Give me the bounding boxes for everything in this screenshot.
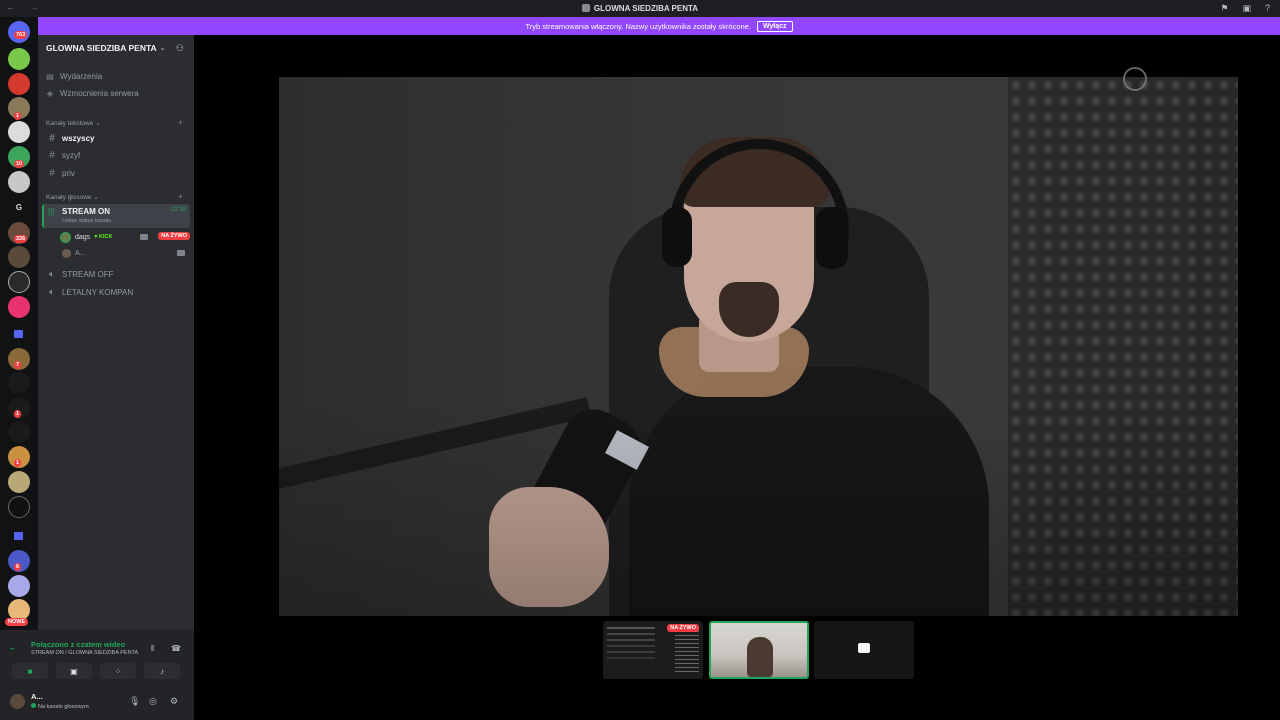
server-icon-14[interactable] — [8, 421, 30, 443]
invite-icon[interactable]: ⚇ — [176, 43, 184, 54]
stream-thumbnail-user[interactable] — [814, 621, 914, 679]
channel-priv[interactable]: # priv — [44, 165, 188, 181]
server-letter-g[interactable]: G — [8, 203, 30, 212]
voice-activity-icon: ||| — [48, 207, 55, 216]
signal-icon[interactable]: ⌁ — [10, 644, 15, 653]
server-icon-8[interactable] — [8, 246, 30, 268]
window-title: GLOWNA SIEDZIBA PENTA — [0, 4, 1280, 13]
server-rail: 763 1 10 G 336 7 1 1 6 NOWE — [0, 17, 38, 630]
voice-connected-title: Połączono z czatem wideo — [31, 640, 126, 649]
voice-channel-letalny-kompan[interactable]: 🔈︎ LETALNY KOMPAN — [44, 284, 188, 300]
live-badge: NA ŻYWO — [667, 624, 699, 632]
add-channel-icon[interactable]: + — [178, 192, 183, 201]
disconnect-icon[interactable]: ☎ — [171, 644, 181, 653]
camera-icon — [858, 643, 870, 653]
main-video-stream[interactable] — [279, 77, 1238, 616]
activities-button[interactable]: ⁘ — [100, 663, 136, 679]
avatar — [10, 694, 25, 709]
speaker-icon: 🔈︎ — [49, 286, 55, 298]
inbox-icon[interactable]: ⚑ — [1220, 3, 1228, 14]
channel-sidebar: GLOWNA SIEDZIBA PENTA ⌄ ⚇ ▤ Wydarzenia ◈… — [38, 35, 194, 630]
voice-channels-category[interactable]: Kanały głosowe ⌄ + — [46, 192, 183, 201]
server-badge: 1 — [14, 459, 22, 467]
channel-wszyscy[interactable]: # wszyscy — [44, 130, 188, 146]
stream-thumbnail-camera[interactable] — [709, 621, 809, 679]
server-icon-2[interactable] — [8, 73, 30, 95]
help-icon[interactable]: ? — [1265, 3, 1270, 14]
screen-share-icon[interactable]: ▣ — [1242, 3, 1251, 14]
text-channels-category[interactable]: Kanały tekstowe ⌄ + — [46, 118, 183, 127]
voice-connected-subtitle[interactable]: STREAM ON / GLOWNA SIEDZIBA PENTA — [31, 650, 138, 656]
username: A... — [31, 692, 43, 701]
calendar-icon: ▤ — [46, 71, 54, 81]
loading-spinner-icon — [1123, 67, 1147, 91]
camera-icon — [177, 250, 185, 256]
dm-badge: 763 — [14, 31, 28, 39]
server-badge: 336 — [14, 235, 28, 243]
server-name: GLOWNA SIEDZIBA PENTA — [46, 43, 157, 53]
channel-timer: 22:39 — [170, 207, 186, 213]
folder-icon[interactable] — [14, 330, 23, 338]
stream-thumbnail-screen[interactable]: NA ŻYWO — [603, 621, 703, 679]
user-panel: ⌁ Połączono z czatem wideo STREAM ON / G… — [0, 630, 194, 720]
hash-icon: # — [49, 149, 55, 161]
live-badge: NA ŻYWO — [158, 232, 190, 240]
server-badge: 1 — [14, 410, 22, 418]
camera-button[interactable]: ■ — [12, 663, 48, 679]
server-badge: 10 — [14, 160, 25, 168]
server-icon-16[interactable] — [8, 471, 30, 493]
banner-text: Tryb streamowania włączony. Nazwy użytko… — [525, 21, 751, 31]
settings-gear-icon[interactable]: ⚙ — [170, 696, 178, 707]
events-item[interactable]: ▤ Wydarzenia — [46, 69, 102, 83]
server-icon-10[interactable] — [8, 296, 30, 318]
voice-channel-stream-off[interactable]: 🔈︎ STREAM OFF — [44, 266, 188, 282]
server-badge: 1 — [14, 112, 22, 120]
hash-icon: # — [49, 167, 55, 179]
server-badge: 6 — [14, 563, 22, 571]
voice-member[interactable]: A... — [62, 246, 86, 260]
user-info[interactable]: A... Na kanale głosowym 🎙︎ ◎ ⚙ — [10, 690, 190, 714]
server-icon-6[interactable] — [8, 171, 30, 193]
soundboard-button[interactable]: ♪ — [144, 663, 180, 679]
noise-suppression-icon[interactable]: ⫴ — [151, 644, 154, 654]
channel-status[interactable]: Ustaw status kanału — [62, 218, 111, 224]
disable-streamer-mode-button[interactable]: Wyłącz — [756, 20, 793, 32]
server-icon-12[interactable] — [8, 372, 30, 394]
voice-channel-stream-on[interactable]: ||| STREAM ON Ustaw status kanału 22:39 — [42, 204, 190, 228]
server-boosts-item[interactable]: ◈ Wzmocnienia serwera — [46, 86, 139, 100]
video-stage: NA ŻYWO — [194, 35, 1280, 720]
boost-icon: ◈ — [46, 88, 54, 98]
server-icon-17[interactable] — [8, 496, 30, 518]
add-channel-icon[interactable]: + — [178, 118, 183, 127]
server-header[interactable]: GLOWNA SIEDZIBA PENTA ⌄ ⚇ — [38, 35, 194, 61]
speaker-icon: 🔈︎ — [49, 268, 55, 280]
chevron-down-icon: ⌄ — [159, 45, 166, 52]
user-status: Na kanale głosowym — [31, 703, 89, 710]
camera-icon — [140, 234, 148, 240]
hash-icon: # — [49, 132, 55, 144]
server-icon-19[interactable] — [8, 575, 30, 597]
streamer-mode-banner: Tryb streamowania włączony. Nazwy użytko… — [38, 17, 1280, 35]
channel-syzyf[interactable]: # syzyf — [44, 147, 188, 163]
server-icon — [581, 4, 590, 12]
server-icon-9[interactable] — [8, 271, 30, 293]
avatar — [62, 248, 71, 258]
server-badge: 7 — [14, 361, 22, 369]
new-badge: NOWE — [5, 618, 29, 626]
screen-share-button[interactable]: ▣ — [56, 663, 92, 679]
headphones-icon[interactable]: ◎ — [149, 696, 157, 707]
title-bar: ← → GLOWNA SIEDZIBA PENTA ⚑ ▣ ? — [0, 0, 1280, 17]
folder-icon[interactable] — [14, 532, 23, 540]
microphone-icon[interactable]: 🎙︎ — [129, 696, 140, 707]
server-icon-1[interactable] — [8, 48, 30, 70]
avatar — [60, 231, 71, 243]
server-icon-4[interactable] — [8, 121, 30, 143]
kick-tag: ♥ KICK — [94, 234, 113, 240]
